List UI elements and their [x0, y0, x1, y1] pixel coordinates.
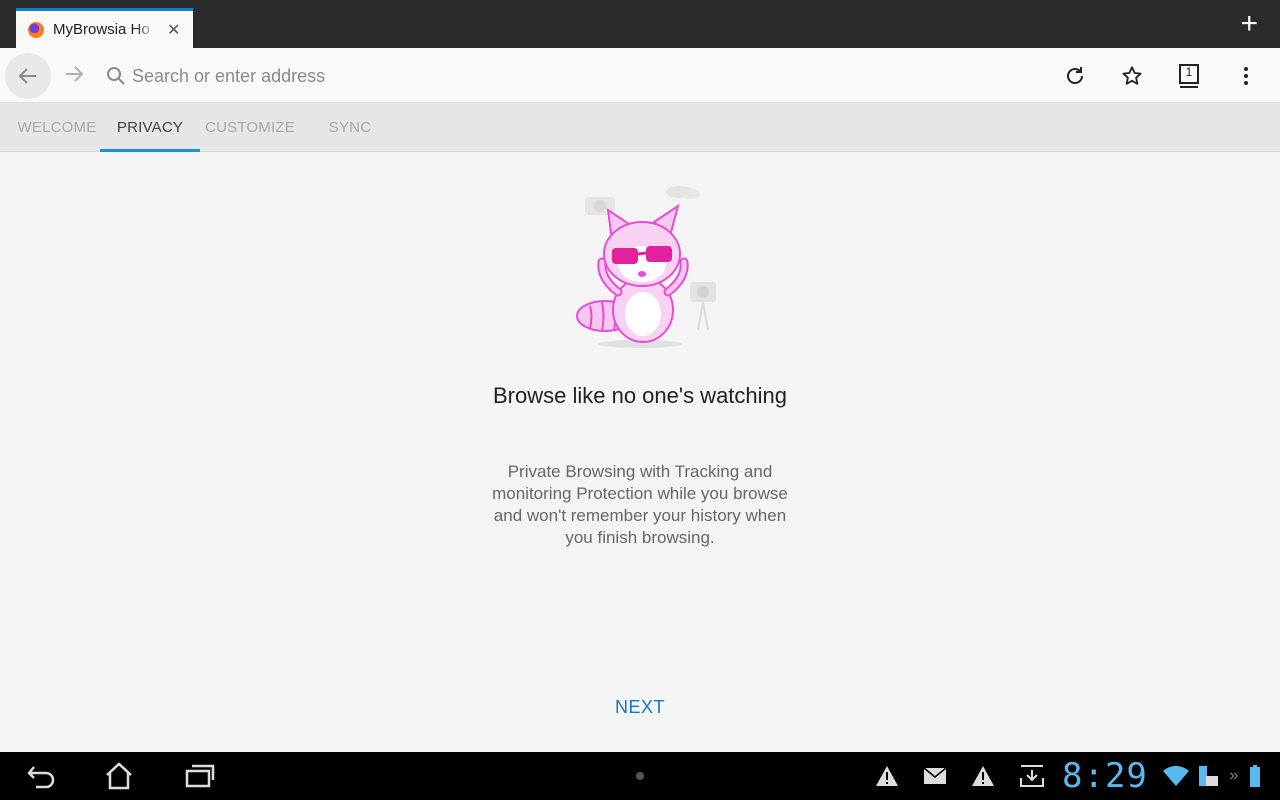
- system-bar: 8:29 »: [0, 752, 1280, 800]
- reload-icon: [1067, 67, 1083, 84]
- tab-welcome[interactable]: WELCOME: [14, 103, 100, 152]
- page-indicator-icon: [634, 762, 646, 790]
- home-icon: [106, 762, 132, 790]
- tabs-counter-button[interactable]: 1: [1177, 64, 1201, 88]
- search-icon: [107, 67, 125, 85]
- onboarding-description: Private Browsing with Tracking and monit…: [492, 462, 788, 547]
- system-back-icon: [27, 766, 55, 789]
- browser-tab[interactable]: MyBrowsia Ho ✕: [16, 8, 193, 48]
- recent-apps-icon: [185, 764, 215, 788]
- close-tab-icon[interactable]: ✕: [167, 20, 180, 40]
- bookmark-button[interactable]: [1120, 64, 1144, 88]
- tab-customize[interactable]: CUSTOMIZE: [200, 103, 300, 152]
- reload-button[interactable]: [1063, 64, 1087, 88]
- system-home-button[interactable]: [104, 762, 134, 790]
- address-bar-input[interactable]: [132, 62, 732, 90]
- browser-logo-icon: [28, 21, 44, 38]
- download-icon[interactable]: [1018, 762, 1046, 790]
- forward-button[interactable]: [62, 62, 86, 86]
- star-icon: [1122, 66, 1142, 85]
- tab-privacy[interactable]: PRIVACY: [100, 103, 200, 152]
- next-button[interactable]: NEXT: [590, 697, 690, 718]
- menu-button[interactable]: [1234, 64, 1258, 88]
- wifi-icon: [1162, 762, 1190, 790]
- warning-icon-2[interactable]: [970, 762, 996, 790]
- onboarding-panel: Browse like no one's watching Private Br…: [0, 152, 1280, 752]
- keyboard-battery-icon: [1196, 762, 1220, 790]
- mail-icon[interactable]: [922, 762, 948, 790]
- back-button[interactable]: [5, 53, 51, 99]
- tab-sync[interactable]: SYNC: [312, 103, 388, 152]
- onboarding-tab-bar: WELCOME PRIVACY CUSTOMIZE SYNC: [0, 103, 1280, 152]
- chevron-right-icon[interactable]: »: [1228, 762, 1240, 790]
- warning-icon[interactable]: [874, 762, 900, 790]
- onboarding-headline: Browse like no one's watching: [492, 383, 788, 408]
- mascot-illustration: [576, 186, 716, 348]
- new-tab-button[interactable]: +: [1240, 9, 1258, 39]
- status-clock: 8:29: [1062, 756, 1148, 796]
- tab-strip: MyBrowsia Ho ✕ +: [0, 0, 1280, 48]
- tabs-count: 1: [1185, 65, 1193, 79]
- tab-title: MyBrowsia Ho: [53, 21, 150, 38]
- system-recents-button[interactable]: [184, 762, 216, 790]
- toolbar: 1: [0, 48, 1280, 103]
- battery-icon: [1248, 762, 1262, 790]
- arrow-right-icon: [66, 66, 84, 82]
- arrow-left-icon: [18, 68, 36, 84]
- overflow-menu-icon: [1244, 67, 1248, 85]
- system-back-button[interactable]: [26, 762, 56, 790]
